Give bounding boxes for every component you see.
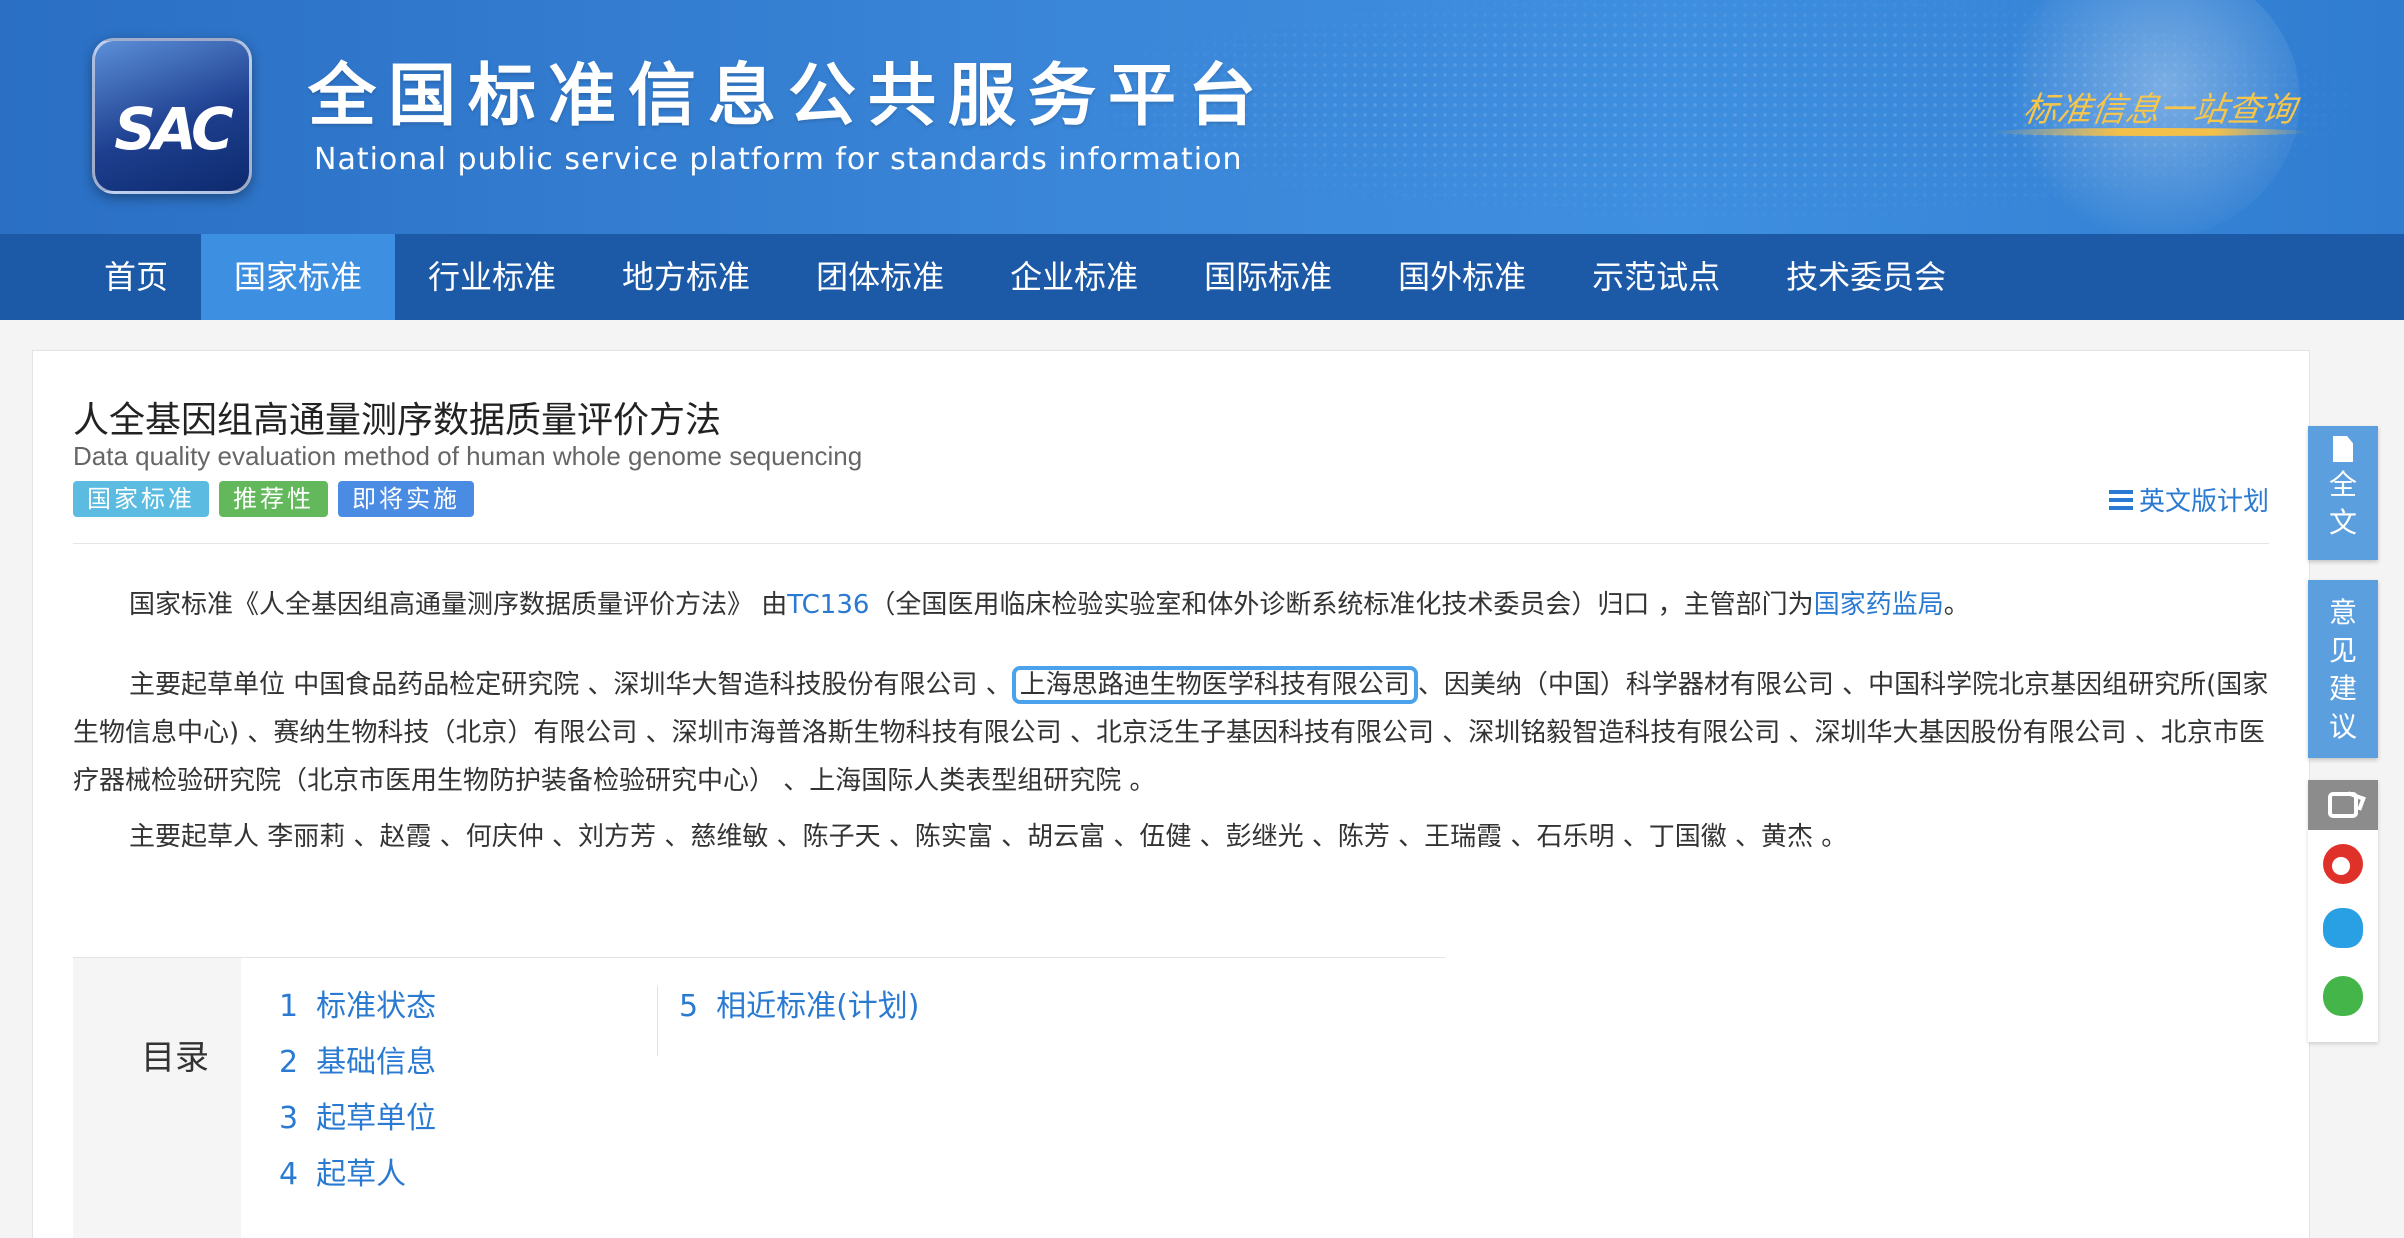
- toc-item-label: 起草人: [316, 1157, 407, 1192]
- toc-item-number: 4: [279, 1157, 299, 1192]
- toc-item-number: 5: [679, 989, 699, 1024]
- intro-text: （全国医用临床检验实验室和体外诊断系统标准化技术委员会）归口 ，主管部门为: [869, 590, 1814, 620]
- qq-icon[interactable]: [2323, 908, 2363, 948]
- tc136-link[interactable]: TC136: [787, 590, 869, 620]
- full-text-button[interactable]: 全 文: [2308, 426, 2378, 560]
- toc-item-label: 标准状态: [316, 989, 437, 1024]
- toc-item-similar-standards[interactable]: 5 相近标准(计划): [679, 986, 920, 1028]
- toc-label: 目录: [141, 1038, 209, 1078]
- tag-upcoming: 即将实施: [338, 481, 474, 517]
- tag-national-standard: 国家标准: [73, 481, 209, 517]
- nav-item-national-standards[interactable]: 国家标准: [201, 234, 396, 320]
- nav-item-demo-pilots[interactable]: 示范试点: [1559, 234, 1753, 320]
- nav-item-international-standards[interactable]: 国际标准: [1171, 234, 1365, 320]
- nav-item-foreign-standards[interactable]: 国外标准: [1365, 234, 1559, 320]
- toc-item-drafting-units[interactable]: 3 起草单位: [279, 1098, 436, 1140]
- feedback-char: 见: [2328, 634, 2357, 667]
- wechat-icon[interactable]: [2323, 976, 2363, 1016]
- intro-paragraph: 国家标准《人全基因组高通量测序数据质量评价方法》 由TC136（全国医用临床检验…: [73, 581, 2271, 629]
- table-of-contents: 目录 1 标准状态 2 基础信息 3 起草单位 4 起草人 5 相近标准(计划): [73, 957, 1445, 1238]
- toc-item-number: 3: [279, 1101, 299, 1136]
- list-icon: [2108, 489, 2133, 510]
- standard-tags: 国家标准 推荐性 即将实施: [73, 481, 474, 517]
- toc-sidebar: 目录: [73, 958, 241, 1238]
- toc-item-number: 1: [279, 989, 299, 1024]
- nav-item-home[interactable]: 首页: [71, 234, 201, 320]
- feedback-char: 议: [2328, 710, 2357, 743]
- drafters-paragraph: 主要起草人 李丽莉 、赵霞 、何庆仲 、刘方芳 、慈维敏 、陈子天 、陈实富 、…: [129, 822, 1848, 852]
- toc-item-label: 基础信息: [316, 1045, 437, 1080]
- english-plan-link[interactable]: 英文版计划: [2108, 481, 2269, 518]
- feedback-char: 建: [2328, 672, 2357, 705]
- divider: [73, 543, 2269, 544]
- toc-column-1: 1 标准状态 2 基础信息 3 起草单位 4 起草人: [279, 986, 436, 1196]
- drafting-units-text: 主要起草单位 中国食品药品检定研究院 、深圳华大智造科技股份有限公司 、: [129, 670, 1012, 700]
- toc-item-label: 相近标准(计划): [716, 989, 920, 1024]
- department-link[interactable]: 国家药监局: [1814, 590, 1944, 620]
- share-icon: [2328, 792, 2358, 818]
- standard-title-cn: 人全基因组高通量测序数据质量评价方法: [73, 400, 722, 441]
- toc-item-status[interactable]: 1 标准状态: [279, 986, 436, 1028]
- nav-item-enterprise-standards[interactable]: 企业标准: [977, 234, 1171, 320]
- highlighted-drafting-unit: 上海思路迪生物医学科技有限公司: [1011, 666, 1418, 704]
- standard-detail-panel: 人全基因组高通量测序数据质量评价方法 Data quality evaluati…: [32, 350, 2310, 1238]
- nav-item-technical-committees[interactable]: 技术委员会: [1753, 234, 1979, 320]
- drafting-units-paragraph: 主要起草单位 中国食品药品检定研究院 、深圳华大智造科技股份有限公司 、上海思路…: [73, 661, 2271, 805]
- toc-item-drafters[interactable]: 4 起草人: [279, 1154, 436, 1196]
- feedback-char: 意: [2328, 596, 2357, 629]
- site-title: 全国标准信息公共服务平台: [308, 57, 1269, 136]
- english-plan-label: 英文版计划: [2138, 487, 2269, 517]
- document-icon: [2333, 436, 2353, 462]
- nav-item-industry-standards[interactable]: 行业标准: [395, 234, 589, 320]
- toc-item-label: 起草单位: [316, 1101, 437, 1136]
- share-button[interactable]: [2308, 780, 2378, 830]
- toc-column-2: 5 相近标准(计划): [679, 986, 920, 1028]
- sac-logo[interactable]: SAC: [92, 38, 252, 194]
- standard-title-en: Data quality evaluation method of human …: [73, 441, 863, 471]
- slogan: 标准信息一站查询: [2020, 90, 2299, 130]
- weibo-icon[interactable]: [2323, 844, 2363, 884]
- full-text-char: 全: [2328, 468, 2357, 501]
- full-text-char: 文: [2328, 506, 2357, 539]
- share-panel: [2308, 780, 2378, 1042]
- intro-text: 国家标准《人全基因组高通量测序数据质量评价方法》 由: [129, 590, 788, 620]
- logo-text: SAC: [114, 95, 233, 163]
- site-subtitle: National public service platform for sta…: [314, 142, 1243, 177]
- intro-text: 。: [1943, 590, 1970, 620]
- slogan-underline: [1990, 128, 2310, 136]
- toc-separator: [657, 986, 658, 1056]
- nav-item-local-standards[interactable]: 地方标准: [589, 234, 783, 320]
- header-banner: SAC 全国标准信息公共服务平台 National public service…: [0, 0, 2404, 234]
- feedback-button[interactable]: 意 见 建 议: [2308, 580, 2378, 758]
- toc-item-basic-info[interactable]: 2 基础信息: [279, 1042, 436, 1084]
- toc-item-number: 2: [279, 1045, 299, 1080]
- main-nav: 首页 国家标准 行业标准 地方标准 团体标准 企业标准 国际标准 国外标准 示范…: [0, 234, 2404, 320]
- tag-recommended: 推荐性: [219, 481, 328, 517]
- nav-item-group-standards[interactable]: 团体标准: [783, 234, 977, 320]
